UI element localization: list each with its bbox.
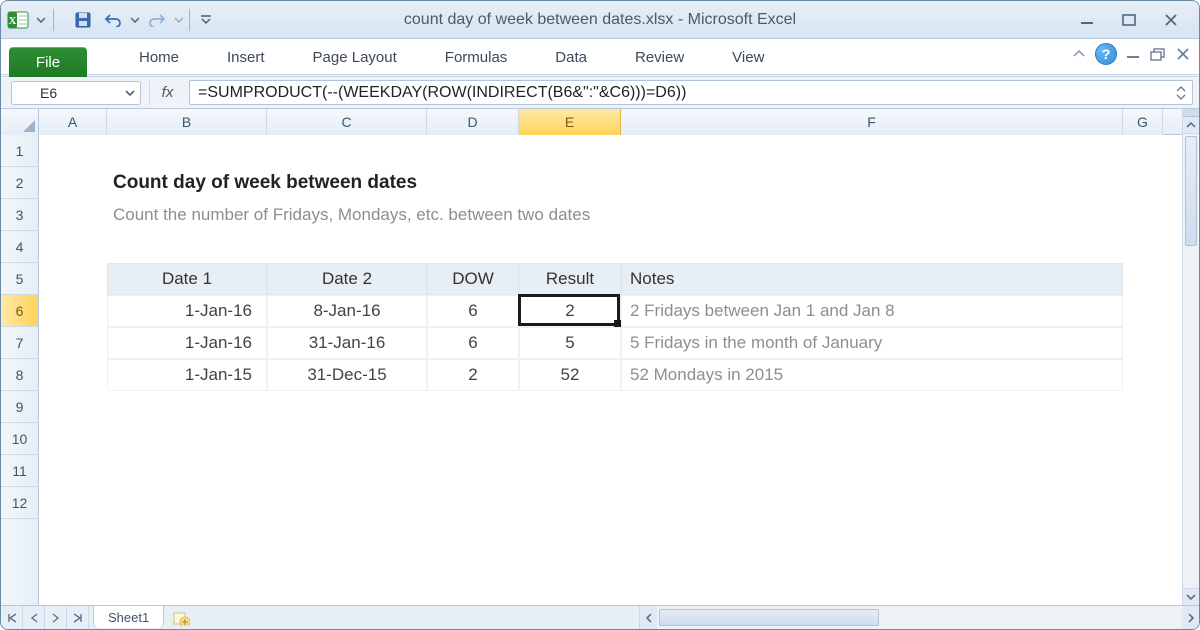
undo-dropdown-icon[interactable]	[129, 7, 141, 33]
cell-f6[interactable]: 2 Fridays between Jan 1 and Jan 8	[621, 295, 1123, 327]
hdr-notes[interactable]: Notes	[621, 263, 1123, 295]
cell-e8[interactable]: 52	[519, 359, 621, 391]
row-header-4[interactable]: 4	[1, 231, 38, 263]
row-header-5[interactable]: 5	[1, 263, 38, 295]
tab-page-layout[interactable]: Page Layout	[289, 43, 421, 74]
cell-d8[interactable]: 2	[427, 359, 519, 391]
undo-button[interactable]	[99, 7, 127, 33]
cell-c6[interactable]: 8-Jan-16	[267, 295, 427, 327]
scroll-up-button[interactable]	[1183, 117, 1199, 134]
minimize-button[interactable]	[1073, 10, 1101, 30]
tab-data[interactable]: Data	[531, 43, 611, 74]
scroll-thumb[interactable]	[1185, 136, 1197, 246]
save-button[interactable]	[69, 7, 97, 33]
maximize-button[interactable]	[1115, 10, 1143, 30]
column-header-d[interactable]: D	[427, 109, 519, 135]
row-header-3[interactable]: 3	[1, 199, 38, 231]
scroll-down-button[interactable]	[1183, 588, 1199, 605]
qat-customize-icon[interactable]	[199, 7, 213, 33]
cell-title[interactable]: Count day of week between dates	[107, 167, 907, 199]
doc-minimize-button[interactable]	[1125, 48, 1141, 60]
excel-logo: X	[5, 7, 31, 33]
help-button[interactable]: ?	[1095, 43, 1117, 65]
hdr-result[interactable]: Result	[519, 263, 621, 295]
formula-text: =SUMPRODUCT(--(WEEKDAY(ROW(INDIRECT(B6&"…	[198, 84, 686, 102]
column-header-f[interactable]: F	[621, 109, 1123, 135]
vertical-scrollbar[interactable]	[1182, 109, 1199, 605]
scroll-left-button[interactable]	[640, 606, 657, 629]
close-button[interactable]	[1157, 10, 1185, 30]
column-header-g[interactable]: G	[1123, 109, 1163, 135]
spreadsheet-grid[interactable]: ABCDEFG 123456789101112 Count day of wee…	[1, 109, 1199, 605]
cell-e6[interactable]: 2	[519, 295, 621, 327]
redo-button[interactable]	[143, 7, 171, 33]
sheet-nav-first[interactable]	[1, 606, 23, 629]
tab-view[interactable]: View	[708, 43, 788, 74]
row-header-12[interactable]: 12	[1, 487, 38, 519]
tab-formulas[interactable]: Formulas	[421, 43, 532, 74]
title-bar: X count day of	[1, 1, 1199, 39]
tab-review[interactable]: Review	[611, 43, 708, 74]
row-header-6[interactable]: 6	[1, 295, 38, 327]
file-tab[interactable]: File	[9, 47, 87, 77]
window-controls	[1073, 10, 1193, 30]
column-header-b[interactable]: B	[107, 109, 267, 135]
sheet-nav-prev[interactable]	[23, 606, 45, 629]
sheet-nav-last[interactable]	[67, 606, 89, 629]
row-header-7[interactable]: 7	[1, 327, 38, 359]
cell-subtitle[interactable]: Count the number of Fridays, Mondays, et…	[107, 199, 1007, 231]
name-box-value: E6	[40, 85, 57, 101]
doc-restore-button[interactable]	[1149, 47, 1167, 61]
row-header-8[interactable]: 8	[1, 359, 38, 391]
cell-c8[interactable]: 31-Dec-15	[267, 359, 427, 391]
select-all-button[interactable]	[1, 109, 39, 135]
column-header-c[interactable]: C	[267, 109, 427, 135]
scroll-right-button[interactable]	[1182, 606, 1199, 629]
new-sheet-button[interactable]	[168, 606, 194, 629]
cell-f7[interactable]: 5 Fridays in the month of January	[621, 327, 1123, 359]
row-header-2[interactable]: 2	[1, 167, 38, 199]
cell-f8[interactable]: 52 Mondays in 2015	[621, 359, 1123, 391]
hscroll-thumb[interactable]	[659, 609, 879, 626]
cell-e7[interactable]: 5	[519, 327, 621, 359]
formula-bar: E6 fx =SUMPRODUCT(--(WEEKDAY(ROW(INDIREC…	[1, 77, 1199, 109]
formula-expand-icon[interactable]	[1174, 84, 1188, 102]
cell-b8[interactable]: 1-Jan-15	[107, 359, 267, 391]
cell-b7[interactable]: 1-Jan-16	[107, 327, 267, 359]
row-header-10[interactable]: 10	[1, 423, 38, 455]
split-handle[interactable]	[1183, 109, 1199, 117]
dropdown-icon[interactable]	[35, 7, 47, 33]
quick-access-toolbar	[69, 7, 213, 33]
tab-insert[interactable]: Insert	[203, 43, 289, 74]
formula-input[interactable]: =SUMPRODUCT(--(WEEKDAY(ROW(INDIRECT(B6&"…	[189, 80, 1193, 105]
app-window: X count day of	[0, 0, 1200, 630]
hdr-date2[interactable]: Date 2	[267, 263, 427, 295]
name-box-dropdown-icon[interactable]	[124, 85, 136, 101]
redo-dropdown-icon[interactable]	[173, 7, 185, 33]
cell-d6[interactable]: 6	[427, 295, 519, 327]
cell-c7[interactable]: 31-Jan-16	[267, 327, 427, 359]
sheet-nav-next[interactable]	[45, 606, 67, 629]
row-header-1[interactable]: 1	[1, 135, 38, 167]
hdr-date1[interactable]: Date 1	[107, 263, 267, 295]
column-header-a[interactable]: A	[39, 109, 107, 135]
column-header-e[interactable]: E	[519, 109, 621, 135]
ribbon-minimize-icon[interactable]	[1071, 47, 1087, 61]
cell-d7[interactable]: 6	[427, 327, 519, 359]
sheet-tab[interactable]: Sheet1	[93, 605, 164, 628]
doc-close-button[interactable]	[1175, 47, 1191, 61]
fx-icon[interactable]: fx	[149, 81, 185, 105]
ribbon-tabs: File Home Insert Page Layout Formulas Da…	[1, 39, 1199, 75]
sheet-name: Sheet1	[108, 610, 149, 625]
tab-home[interactable]: Home	[115, 43, 203, 74]
sheet-tab-bar: Sheet1	[1, 605, 1199, 629]
row-header-11[interactable]: 11	[1, 455, 38, 487]
hdr-dow[interactable]: DOW	[427, 263, 519, 295]
horizontal-scrollbar[interactable]	[639, 606, 1199, 629]
svg-text:X: X	[9, 15, 17, 27]
row-header-9[interactable]: 9	[1, 391, 38, 423]
name-box[interactable]: E6	[11, 81, 141, 105]
cell-b6[interactable]: 1-Jan-16	[107, 295, 267, 327]
